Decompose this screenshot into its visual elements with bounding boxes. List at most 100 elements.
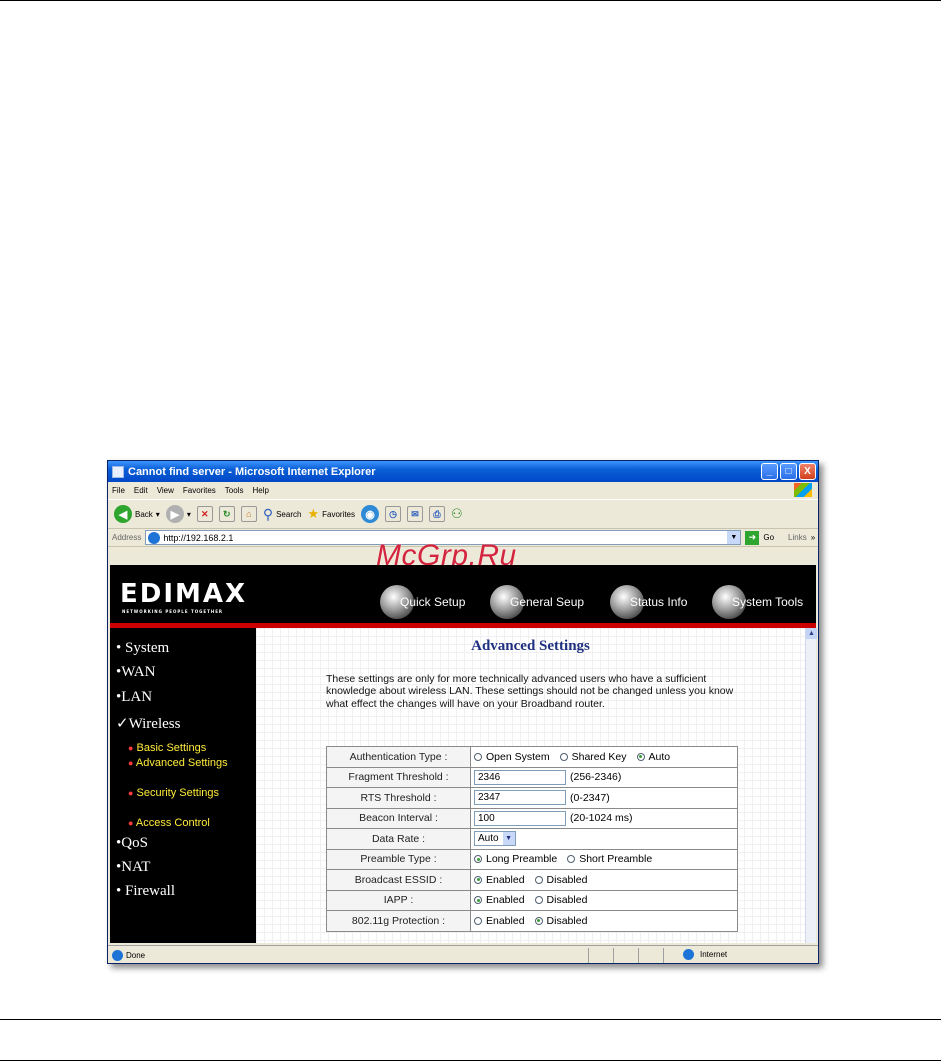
status-divider	[638, 948, 639, 963]
back-button[interactable]: ◀ Back ▾	[114, 505, 160, 523]
sidebar-item-firewall[interactable]: • Firewall	[116, 883, 175, 900]
maximize-button[interactable]: □	[780, 463, 797, 480]
chevron-down-icon: ▾	[155, 509, 160, 519]
menu-view[interactable]: View	[157, 486, 174, 495]
nav-label: Status Info	[630, 595, 688, 609]
sidebar-item-label: QoS	[121, 835, 148, 851]
nav-quick-setup[interactable]: Quick Setup	[380, 585, 465, 619]
go-arrow-icon[interactable]: ➜	[745, 530, 760, 545]
refresh-icon[interactable]: ↻	[218, 506, 235, 522]
nav-label: System Tools	[732, 595, 804, 609]
links-button[interactable]: Links	[788, 533, 807, 542]
sidebar-sub-label: Advanced Settings	[135, 757, 228, 769]
radio-label: Auto	[648, 750, 671, 763]
nav-general-setup[interactable]: General Seup	[490, 585, 584, 619]
iapp-enabled-radio[interactable]	[474, 896, 482, 905]
rts-range: (0-2347)	[570, 791, 610, 804]
essid-enabled-radio[interactable]	[474, 875, 482, 884]
essid-disabled-radio[interactable]	[534, 875, 543, 884]
table-row: Broadcast ESSID : Enabled Disabled	[326, 869, 738, 891]
preamble-long-radio[interactable]	[474, 855, 482, 864]
sidebar-sub-security-settings[interactable]: ● Security Settings	[128, 786, 238, 801]
search-label: Search	[276, 509, 302, 519]
sidebar-item-label: Wireless	[128, 716, 181, 732]
minimize-button[interactable]: _	[761, 463, 778, 480]
auth-open-radio[interactable]	[474, 752, 482, 761]
window-title: Cannot find server - Microsoft Internet …	[128, 465, 376, 478]
radio-label: Enabled	[486, 914, 525, 927]
sidebar-sub-basic-settings[interactable]: ● Basic Settings	[128, 741, 238, 756]
protection-enabled-radio[interactable]	[474, 916, 482, 925]
go-button[interactable]: Go	[763, 533, 774, 542]
protection-disabled-radio[interactable]	[534, 916, 543, 925]
menu-favorites[interactable]: Favorites	[183, 486, 216, 495]
radio-label: Open System	[486, 750, 550, 763]
menu-file[interactable]: File	[112, 486, 125, 495]
iapp-disabled-radio[interactable]	[534, 896, 543, 905]
sidebar-item-qos[interactable]: •QoS	[116, 835, 148, 852]
menu-edit[interactable]: Edit	[134, 486, 148, 495]
address-label: Address	[112, 533, 142, 542]
chevron-right-icon[interactable]: »	[811, 533, 815, 542]
radio-label: Long Preamble	[486, 853, 558, 866]
page-title: Advanced Settings	[471, 638, 590, 654]
sidebar-sub-access-control[interactable]: ● Access Control	[128, 816, 238, 831]
title-bar: Cannot find server - Microsoft Internet …	[108, 461, 818, 482]
status-divider	[588, 948, 589, 963]
radio-label: Enabled	[486, 873, 525, 886]
edimax-logo: EDIMAX NETWORKING PEOPLE TOGETHER	[120, 579, 247, 614]
menu-help[interactable]: Help	[252, 486, 268, 495]
radio-label: Disabled	[546, 914, 588, 927]
sidebar-item-label: NAT	[121, 859, 151, 875]
nav-label: General Seup	[510, 595, 585, 609]
page-done-icon	[112, 950, 123, 961]
history-icon[interactable]: ◷	[385, 506, 402, 522]
mail-icon[interactable]: ✉	[407, 506, 424, 522]
radio-label: Enabled	[486, 894, 525, 907]
media-icon[interactable]: ◉	[361, 505, 380, 523]
chevron-down-icon[interactable]: ▼	[727, 531, 741, 544]
status-divider	[663, 948, 664, 963]
sidebar-item-lan[interactable]: •LAN	[116, 689, 152, 706]
nav-system-tools[interactable]: System Tools	[712, 585, 803, 619]
rts-threshold-input[interactable]: 2347	[474, 790, 566, 806]
data-rate-value: Auto	[478, 833, 499, 845]
sidebar-item-wan[interactable]: •WAN	[116, 664, 155, 681]
back-arrow-icon: ◀	[114, 505, 132, 523]
top-rule	[0, 0, 941, 1]
close-button[interactable]: X	[799, 463, 816, 480]
stop-icon[interactable]: ✕	[196, 506, 213, 522]
rts-threshold-label: RTS Threshold :	[326, 787, 471, 809]
chevron-down-icon: ▼	[502, 832, 515, 846]
browser-window: Cannot find server - Microsoft Internet …	[107, 460, 819, 964]
preamble-short-radio[interactable]	[567, 855, 576, 864]
sidebar-sub-label: Security Settings	[136, 787, 220, 799]
auth-auto-radio[interactable]	[636, 752, 645, 761]
forward-arrow-icon: ▶	[165, 505, 184, 523]
sidebar-item-wireless[interactable]: ✓Wireless	[116, 714, 180, 733]
forward-button[interactable]: ▶ ▾	[165, 505, 191, 523]
print-icon[interactable]: ⎙	[429, 506, 446, 522]
home-icon[interactable]: ⌂	[240, 506, 257, 522]
search-button[interactable]: ⚲ Search	[263, 506, 302, 523]
beacon-interval-input[interactable]: 100	[474, 810, 566, 826]
sidebar-sub-label: Basic Settings	[136, 742, 207, 754]
sidebar-item-system[interactable]: • System	[116, 640, 169, 657]
messenger-icon[interactable]: ⚇	[451, 506, 463, 522]
vertical-scrollbar[interactable]: ▲	[805, 628, 817, 943]
sidebar-sub-advanced-settings[interactable]: ● Advanced Settings	[128, 756, 238, 771]
broadcast-essid-label: Broadcast ESSID :	[326, 869, 471, 891]
nav-status-info[interactable]: Status Info	[610, 585, 687, 619]
sidebar-item-nat[interactable]: •NAT	[116, 859, 150, 876]
favorites-button[interactable]: ★ Favorites	[307, 506, 355, 522]
table-row: Authentication Type : Open System Shared…	[326, 746, 738, 768]
table-row: Beacon Interval : 100 (20-1024 ms)	[326, 807, 738, 829]
scroll-up-icon[interactable]: ▲	[806, 628, 817, 639]
auth-type-label: Authentication Type :	[326, 746, 471, 768]
main-content: Advanced Settings These settings are onl…	[256, 628, 805, 943]
fragment-threshold-input[interactable]: 2346	[474, 769, 566, 785]
menu-tools[interactable]: Tools	[225, 486, 244, 495]
auth-shared-radio[interactable]	[559, 752, 568, 761]
data-rate-select[interactable]: Auto ▼	[474, 831, 516, 847]
star-icon: ★	[307, 506, 320, 521]
